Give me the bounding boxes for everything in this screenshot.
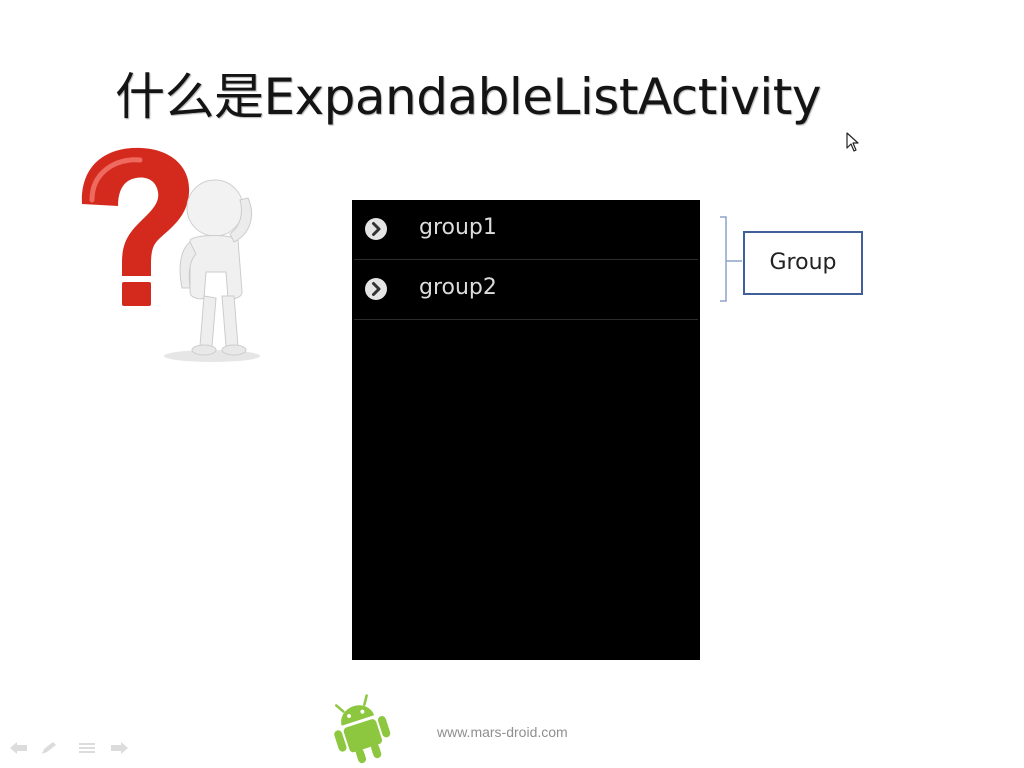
- android-logo: [334, 694, 391, 764]
- slideshow-controls: [8, 740, 133, 760]
- slide: 什么是ExpandableListActivity group1 group2 …: [0, 0, 1024, 768]
- expandable-list-view: group1 group2: [352, 200, 700, 660]
- bracket-connector: [720, 216, 742, 302]
- chevron-right-circle-icon[interactable]: [364, 217, 388, 241]
- menu-icon[interactable]: [76, 740, 98, 756]
- slide-title: 什么是ExpandableListActivity: [115, 68, 821, 126]
- pen-icon[interactable]: [38, 740, 60, 756]
- group-label: group1: [419, 215, 497, 240]
- group-row-1[interactable]: group1: [354, 200, 698, 260]
- group-label: group2: [419, 275, 497, 300]
- chevron-right-circle-icon[interactable]: [364, 277, 388, 301]
- mouse-cursor-icon: [846, 132, 859, 152]
- question-mark-figure: [81, 147, 260, 362]
- next-icon[interactable]: [108, 740, 130, 756]
- previous-icon[interactable]: [8, 740, 30, 756]
- footer-url[interactable]: www.mars-droid.com: [437, 724, 568, 740]
- group-annotation-box: Group: [743, 231, 863, 295]
- group-row-2[interactable]: group2: [354, 260, 698, 320]
